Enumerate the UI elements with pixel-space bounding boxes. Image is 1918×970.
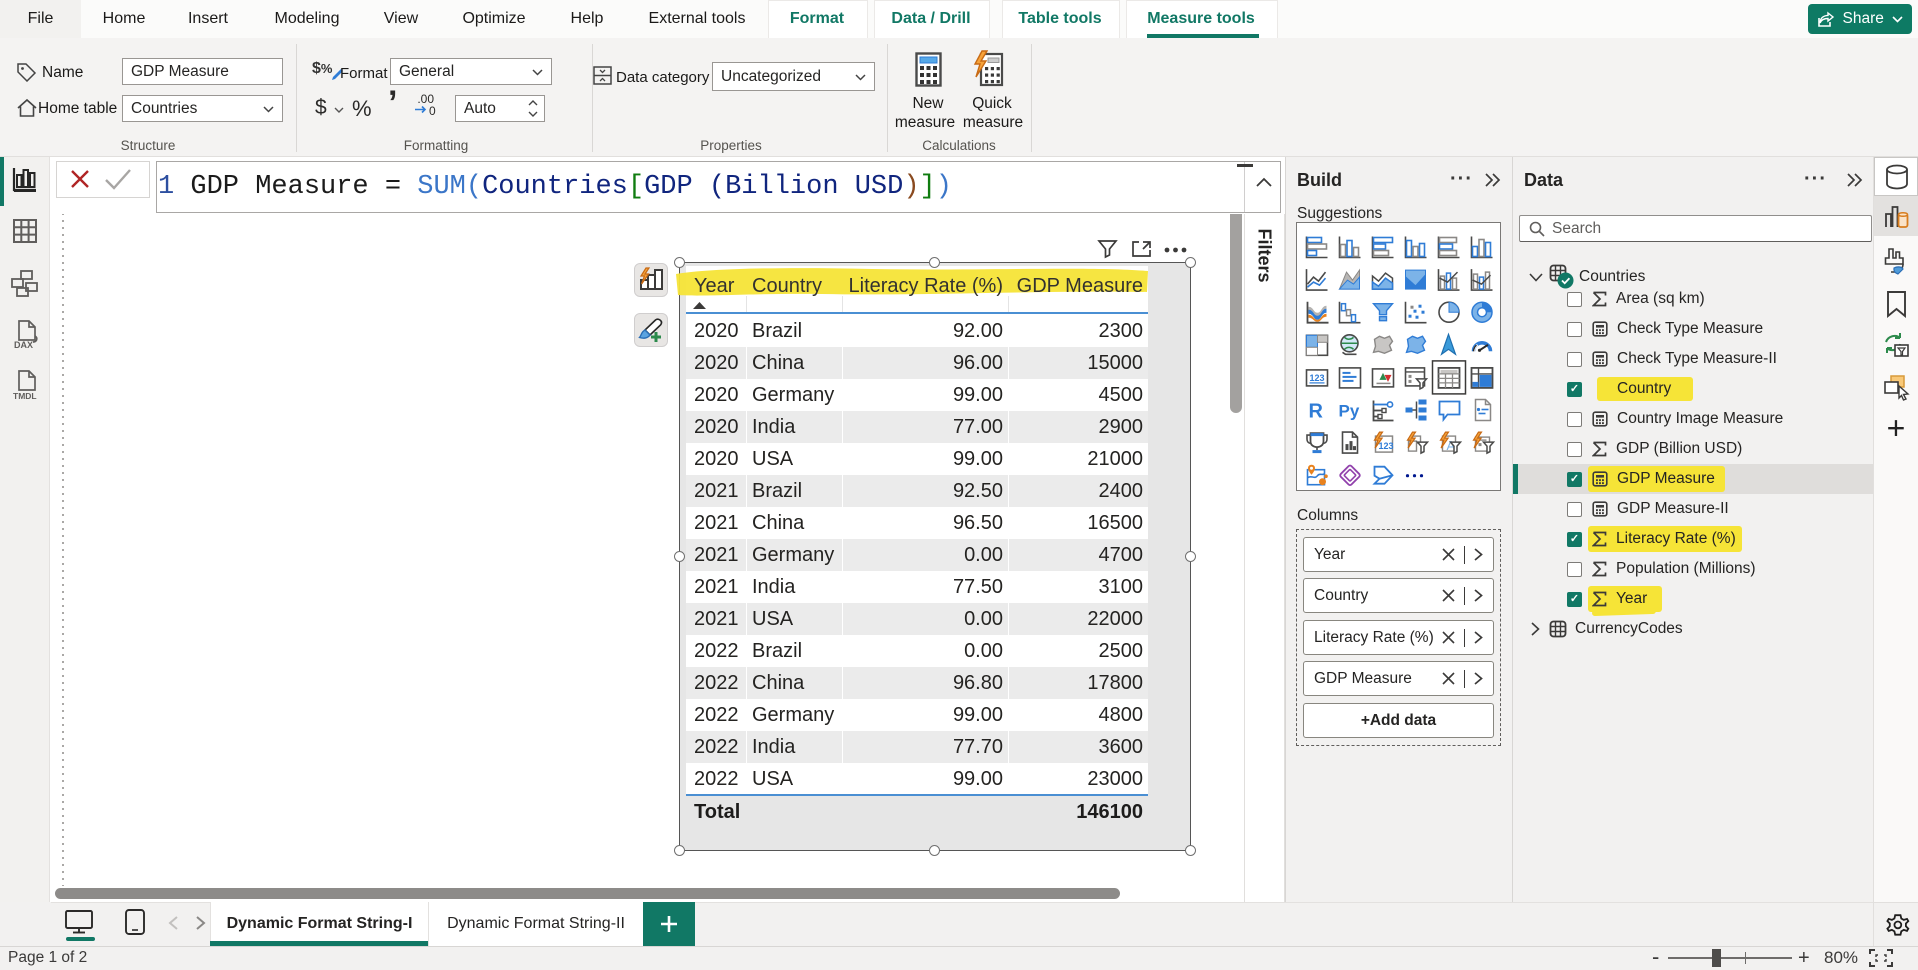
svg-text:DAX: DAX: [14, 340, 33, 350]
svg-text:TMDL: TMDL: [13, 391, 37, 400]
svg-text:Py: Py: [1339, 402, 1360, 421]
svg-text:123: 123: [1379, 441, 1394, 451]
svg-text:123: 123: [1310, 373, 1325, 383]
svg-text:R: R: [1309, 401, 1324, 423]
